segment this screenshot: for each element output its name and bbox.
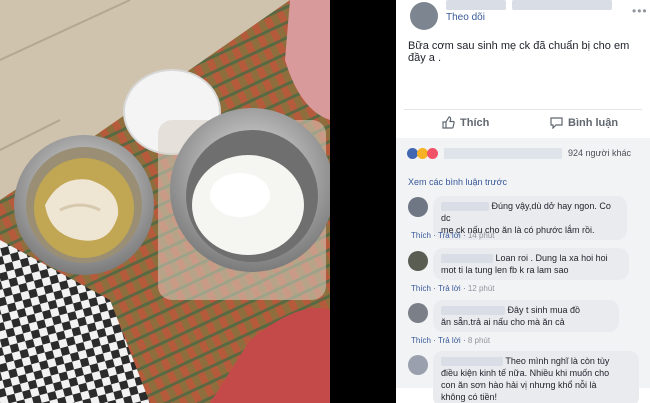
comment-text: điều kiện kinh tế nữa. Nhiều khi muốn ch… xyxy=(441,368,610,378)
comment-text: ăn sẵn.trả ai nấu cho mà ăn cả xyxy=(441,317,565,327)
post-panel: Theo dõi ••• Bữa cơm sau sinh mẹ ck đã c… xyxy=(396,0,650,403)
commenter-name-redacted[interactable] xyxy=(441,202,489,212)
comment-text: mot ti la tung len fb k ra lam sao xyxy=(441,265,569,275)
meal-photo-illustration xyxy=(0,0,330,403)
post-header: Theo dõi ••• xyxy=(396,0,650,36)
comment-text: con ăn sơn hào hải vị nhưng khổ nỗi là xyxy=(441,380,597,390)
author-name-redacted-2 xyxy=(512,0,612,10)
comment-text: không có tiền! xyxy=(441,392,498,402)
commenter-name-redacted[interactable] xyxy=(441,254,493,264)
comment-label: Bình luận xyxy=(568,116,619,129)
comment-text: Loan roi . Dung la xa hoi hoi xyxy=(495,253,608,263)
comment-like-link[interactable]: Thích xyxy=(411,336,431,345)
comment-actions: Thích · Trả lời · 8 phút xyxy=(411,336,491,345)
comment-like-link[interactable]: Thích xyxy=(411,231,431,240)
comment-text: Đây t sinh mua đồ xyxy=(507,305,581,315)
comment-button[interactable]: Bình luận xyxy=(550,116,618,129)
comment-time: 12 phút xyxy=(467,284,495,293)
comment-reply-link[interactable]: Trả lời xyxy=(438,336,461,345)
view-previous-comments[interactable]: Xem các bình luận trước xyxy=(408,177,507,187)
thumbs-up-icon xyxy=(442,116,455,129)
comment-reply-link[interactable]: Trả lời xyxy=(438,231,461,240)
comment-like-link[interactable]: Thích xyxy=(411,284,431,293)
comment-actions: Thích · Trả lời · 12 phút xyxy=(411,284,495,293)
reaction-count[interactable]: 924 người khác xyxy=(568,148,631,158)
comment-bubble: Loan roi . Dung la xa hoi hoi mot ti la … xyxy=(433,248,629,280)
commenter-name-redacted[interactable] xyxy=(441,306,505,316)
comment-time: 8 phút xyxy=(467,336,491,345)
comment-text: Theo mình nghĩ là còn tùy xyxy=(505,356,610,366)
post-caption: Bữa cơm sau sinh mẹ ck đã chuẩn bị cho e… xyxy=(408,40,630,64)
comment-bubble: Theo mình nghĩ là còn tùy điều kiện kinh… xyxy=(433,351,639,403)
comment-time: 14 phút xyxy=(467,231,495,240)
more-options-icon[interactable]: ••• xyxy=(632,4,648,18)
post-photo[interactable] xyxy=(0,0,330,403)
photo-letterbox xyxy=(330,0,396,403)
follow-link[interactable]: Theo dõi xyxy=(446,12,485,23)
comment-icon xyxy=(550,117,563,129)
like-button[interactable]: Thích xyxy=(442,116,489,129)
commenter-avatar[interactable] xyxy=(408,355,428,375)
love-reaction-icon[interactable] xyxy=(427,148,438,159)
divider xyxy=(404,109,642,110)
author-name-redacted[interactable] xyxy=(446,0,506,10)
comment-actions: Thích · Trả lời · 14 phút xyxy=(411,231,495,240)
commenter-name-redacted[interactable] xyxy=(441,357,503,367)
commenter-avatar[interactable] xyxy=(408,197,428,217)
commenter-avatar[interactable] xyxy=(408,303,428,323)
reactor-names-redacted[interactable] xyxy=(444,148,562,159)
commenter-avatar[interactable] xyxy=(408,251,428,271)
comment-reply-link[interactable]: Trả lời xyxy=(438,284,461,293)
comment-bubble: Đây t sinh mua đồ ăn sẵn.trả ai nấu cho … xyxy=(433,300,619,332)
like-label: Thích xyxy=(460,116,490,129)
author-avatar[interactable] xyxy=(410,2,438,30)
